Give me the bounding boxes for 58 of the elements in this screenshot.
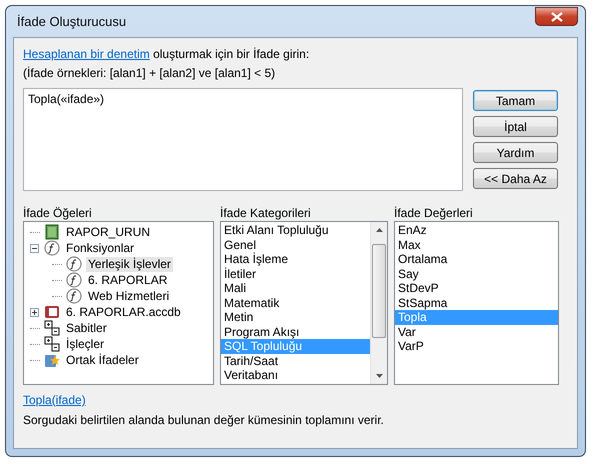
collapse-icon[interactable]	[30, 244, 39, 252]
report-icon	[44, 224, 60, 240]
tree-item[interactable]: Sabitler	[64, 320, 109, 336]
list-item[interactable]: Veritabanı	[221, 368, 370, 382]
dialog-button[interactable]: << Daha Az	[473, 168, 558, 189]
scrollbar[interactable]	[370, 222, 387, 384]
tree-item[interactable]: Ortak İfadeler	[64, 352, 141, 368]
column-heading: İfade Değerleri	[394, 205, 474, 221]
function-icon	[66, 272, 82, 288]
expand-icon[interactable]	[30, 308, 39, 316]
list-item[interactable]: İletiler	[221, 266, 370, 281]
description-text: Sorgudaki belirtilen alanda bulunan değer kümesinin toplamını verir.	[23, 413, 385, 428]
list-item[interactable]: StDevP	[395, 281, 558, 296]
list-item[interactable]: Mali	[221, 281, 370, 296]
tree-item[interactable]: 6. RAPORLAR.accdb	[64, 304, 183, 320]
scroll-up-icon[interactable]	[376, 228, 382, 232]
tree-item[interactable]: RAPOR_URUN	[64, 224, 152, 240]
example-text: (İfade örnekleri: [alan1] + [alan2] ve [alan1] < 5)	[23, 65, 276, 82]
list-item[interactable]: Ortalama	[395, 252, 558, 266]
close-button[interactable]	[535, 7, 578, 26]
list-item[interactable]: Program Akışı	[221, 324, 370, 339]
dialog-button[interactable]: İptal	[473, 116, 558, 137]
scroll-down-icon[interactable]	[376, 374, 382, 378]
function-icon	[66, 288, 82, 304]
window-title: İfade Oluşturucusu	[16, 14, 126, 29]
calculated-control-link[interactable]: Hesaplanan bir denetim	[23, 47, 150, 61]
list-item[interactable]: Tarih/Saat	[221, 354, 370, 368]
tree-item[interactable]: Yerleşik İşlevler	[86, 256, 173, 272]
list-item[interactable]: Say	[395, 266, 558, 281]
list-item[interactable]: EnAz	[395, 223, 558, 238]
function-icon	[66, 256, 82, 272]
plus-minus-icon	[44, 320, 60, 336]
list-item[interactable]: Var	[395, 324, 558, 339]
syntax-link[interactable]: Topla(ifade)	[23, 393, 86, 408]
tree-item[interactable]: İşleçler	[64, 336, 106, 352]
column-heading: İfade Kategorileri	[220, 205, 312, 221]
tree-item[interactable]: Web Hizmetleri	[86, 288, 172, 304]
dialog-button[interactable]: Tamam	[473, 90, 558, 111]
list-item[interactable]: Matematik	[221, 296, 370, 310]
list-item[interactable]: Etki Alanı Topluluğu	[221, 223, 370, 238]
list-item[interactable]: Hata İşleme	[221, 252, 370, 266]
dialog-button[interactable]: Yardım	[473, 142, 558, 163]
column-heading: İfade Öğeleri	[23, 205, 93, 221]
list-item[interactable]: Metin	[221, 310, 370, 324]
tree-item[interactable]: 6. RAPORLAR	[86, 272, 170, 288]
list-item[interactable]: VarP	[395, 339, 558, 354]
scroll-thumb[interactable]	[372, 244, 386, 338]
close-icon	[550, 12, 562, 22]
list-item[interactable]: StSapma	[395, 296, 558, 310]
list-item[interactable]: Max	[395, 238, 558, 252]
instruction-text: Hesaplanan bir denetim oluşturmak için bir İfade girin:	[23, 46, 310, 63]
tree-item[interactable]: Fonksiyonlar	[64, 240, 136, 256]
plus-minus-icon	[44, 336, 60, 352]
expression-field[interactable]: Topla(«ifade»)	[23, 88, 463, 191]
list-item[interactable]: Genel	[221, 238, 370, 252]
star-folder-icon	[44, 352, 60, 368]
database-icon	[44, 304, 60, 320]
function-icon	[44, 240, 60, 256]
